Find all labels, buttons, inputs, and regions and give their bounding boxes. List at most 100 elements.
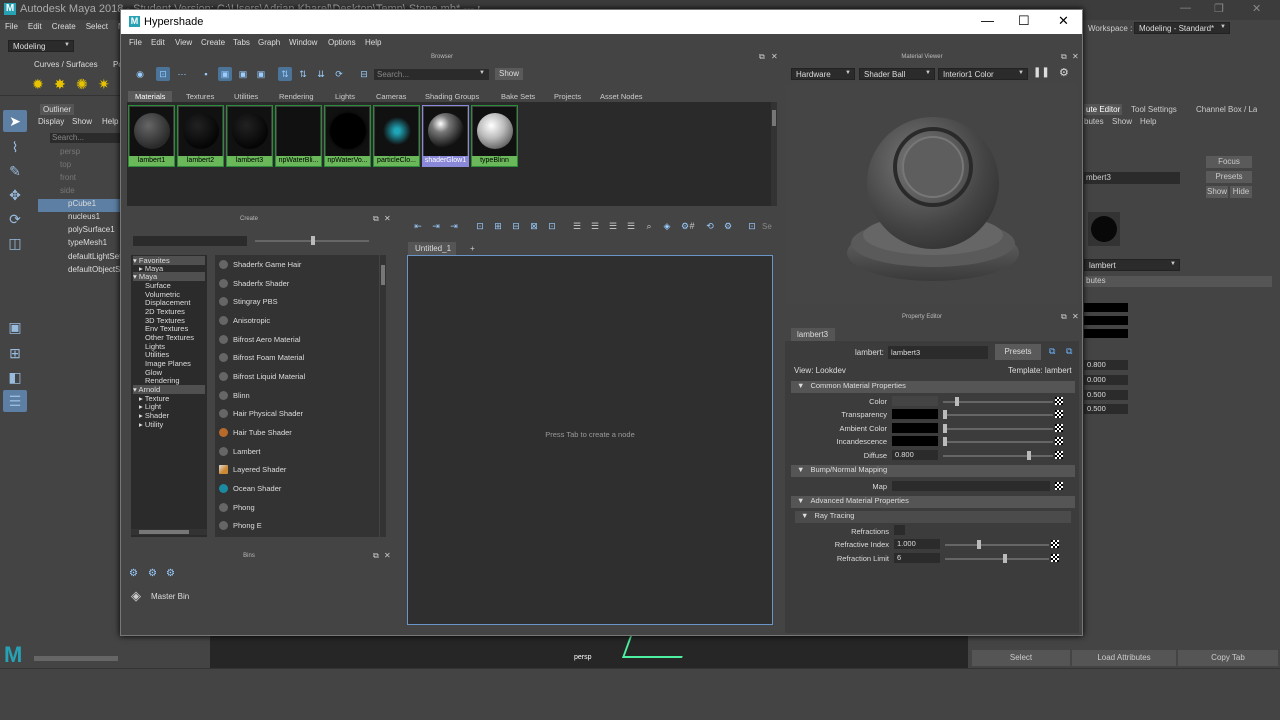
presets-button[interactable]: Presets: [995, 344, 1041, 360]
tab-cameras[interactable]: Cameras: [376, 92, 406, 101]
menu-graph[interactable]: Graph: [258, 38, 280, 47]
outliner-item-side[interactable]: side: [60, 186, 75, 199]
menu-edit[interactable]: Edit: [151, 38, 165, 47]
menu-create[interactable]: Create: [201, 38, 225, 47]
viewport[interactable]: persp: [210, 636, 968, 668]
attr-value-field[interactable]: 0.500: [1084, 390, 1128, 400]
maya-menu-edit[interactable]: Edit: [23, 20, 47, 33]
layout-toggle-icon[interactable]: ⧉: [1066, 346, 1072, 357]
create-search-input[interactable]: [133, 236, 247, 246]
map-button-icon[interactable]: [1055, 397, 1063, 405]
category-env-textures[interactable]: Env Textures: [145, 324, 188, 333]
dock-icon[interactable]: ⧉: [373, 551, 379, 561]
graph-toolbar-icon[interactable]: ⊡: [545, 219, 559, 233]
bin-remove-icon[interactable]: ⚙: [166, 568, 175, 579]
browser-toolbar-icon[interactable]: ▪: [199, 67, 213, 81]
node-blinn[interactable]: Blinn: [217, 389, 372, 403]
right-tab-channel-box[interactable]: Channel Box / La: [1196, 105, 1257, 114]
gear-icon[interactable]: ⚙: [1059, 66, 1069, 79]
tab-bake-sets[interactable]: Bake Sets: [501, 92, 535, 101]
tab-rendering[interactable]: Rendering: [279, 92, 314, 101]
refresh-icon[interactable]: ⟳: [332, 67, 346, 81]
outliner-item-persp[interactable]: persp: [60, 147, 80, 160]
light-icon[interactable]: ✷: [98, 76, 114, 92]
layout-icon[interactable]: ☰: [570, 219, 584, 233]
close-panel-icon[interactable]: ✕: [771, 52, 778, 61]
graph-toolbar-icon[interactable]: ◈: [660, 219, 674, 233]
right-menu-show[interactable]: Show: [1112, 117, 1132, 126]
tab-lights[interactable]: Lights: [335, 92, 355, 101]
outliner-item-defaultlightset[interactable]: defaultLightSet: [68, 252, 120, 265]
search-dropdown-icon[interactable]: ▼: [479, 70, 485, 76]
outliner-title[interactable]: Outliner: [40, 104, 75, 115]
refraction-limit-field[interactable]: 6: [894, 553, 940, 563]
hide-button[interactable]: Hide: [1230, 186, 1252, 198]
dock-icon[interactable]: ⧉: [1061, 312, 1067, 322]
material-swatch[interactable]: npWaterVo...: [324, 105, 371, 167]
tab-projects[interactable]: Projects: [554, 92, 581, 101]
map-button-icon[interactable]: [1055, 451, 1063, 459]
hypershade-title-bar[interactable]: M Hypershade — ☐ ✕: [121, 10, 1082, 34]
color-swatch[interactable]: [892, 396, 938, 406]
maximize-icon[interactable]: ☐: [1018, 13, 1030, 29]
category-surface[interactable]: Surface: [145, 281, 171, 290]
focus-button[interactable]: Focus: [1206, 156, 1252, 168]
section-common-material[interactable]: ▼ Common Material Properties: [791, 381, 1075, 393]
layout-icon[interactable]: ☰: [606, 219, 620, 233]
right-tab-tool-settings[interactable]: Tool Settings: [1131, 105, 1177, 114]
filter-icon[interactable]: ⊟: [357, 67, 371, 81]
renderer-dropdown[interactable]: Hardware: [791, 68, 855, 80]
material-swatch[interactable]: npWaterBli...: [275, 105, 322, 167]
icon-size-slider[interactable]: [255, 236, 369, 245]
sort-icon[interactable]: ⇅: [278, 67, 292, 81]
light-icon[interactable]: ✸: [54, 76, 70, 92]
ambient-color-slider[interactable]: [943, 424, 1053, 433]
section-advanced-material[interactable]: ▼ Advanced Material Properties: [791, 496, 1075, 508]
master-bin[interactable]: Master Bin: [151, 592, 189, 601]
node-shaderfx-game-hair[interactable]: Shaderfx Game Hair: [217, 258, 372, 272]
refractions-checkbox[interactable]: [894, 525, 905, 535]
browser-search-input[interactable]: Search...: [374, 69, 489, 80]
tab-textures[interactable]: Textures: [186, 92, 214, 101]
right-menu-attributes[interactable]: butes: [1084, 117, 1104, 126]
browser-toolbar-icon[interactable]: ▣: [236, 67, 250, 81]
map-button-icon[interactable]: [1055, 410, 1063, 418]
category-image-planes[interactable]: Image Planes: [145, 359, 191, 368]
sort-icon[interactable]: ⇅: [296, 67, 310, 81]
add-tab-button[interactable]: +: [470, 244, 475, 253]
show-button[interactable]: Show: [1206, 186, 1228, 198]
light-dropdown[interactable]: Interior1 Color: [938, 68, 1028, 80]
shape-dropdown[interactable]: Shader Ball: [859, 68, 935, 80]
browser-toolbar-icon[interactable]: ▣: [218, 67, 232, 81]
maya-menu-create[interactable]: Create: [47, 20, 81, 33]
maya-menu-select[interactable]: Select: [81, 20, 113, 33]
graph-toolbar-icon[interactable]: ⊡: [473, 219, 487, 233]
mode-dropdown[interactable]: Modeling: [8, 40, 74, 52]
layout-icon[interactable]: ▣: [3, 316, 27, 338]
property-tab-lambert3[interactable]: lambert3: [791, 328, 835, 341]
close-panel-icon[interactable]: ✕: [384, 551, 391, 560]
outliner-menu-help[interactable]: Help: [102, 117, 118, 126]
map-button-icon[interactable]: [1051, 554, 1059, 562]
transparency-swatch[interactable]: [892, 409, 938, 419]
grid-icon[interactable]: #: [685, 219, 699, 233]
category-rendering[interactable]: Rendering: [145, 376, 180, 385]
node-shaderfx-shader[interactable]: Shaderfx Shader: [217, 277, 372, 291]
outliner-item-nucleus1[interactable]: nucleus1: [68, 212, 100, 225]
category-maya[interactable]: ▾ Maya: [133, 272, 205, 281]
outliner-layout-icon[interactable]: ☰: [3, 390, 27, 412]
section-bump-mapping[interactable]: ▼ Bump/Normal Mapping: [791, 465, 1075, 477]
scale-tool-icon[interactable]: ◫: [3, 232, 27, 254]
category-light[interactable]: ▸ Light: [139, 402, 161, 411]
map-button-icon[interactable]: [1051, 540, 1059, 548]
bump-map-field[interactable]: [892, 481, 1050, 491]
bottom-copy-tab-button[interactable]: Copy Tab: [1178, 650, 1278, 666]
outliner-item-pcube1[interactable]: pCube1: [38, 199, 120, 212]
attr-value-field[interactable]: 0.000: [1084, 375, 1128, 385]
node-bifrost-aero[interactable]: Bifrost Aero Material: [217, 333, 372, 347]
paint-tool-icon[interactable]: ✎: [3, 160, 27, 182]
graph-tab-untitled[interactable]: Untitled_1: [408, 242, 456, 255]
category-other-textures[interactable]: Other Textures: [145, 333, 194, 342]
layout-icon[interactable]: ☰: [588, 219, 602, 233]
node-ocean-shader[interactable]: Ocean Shader: [217, 482, 372, 496]
